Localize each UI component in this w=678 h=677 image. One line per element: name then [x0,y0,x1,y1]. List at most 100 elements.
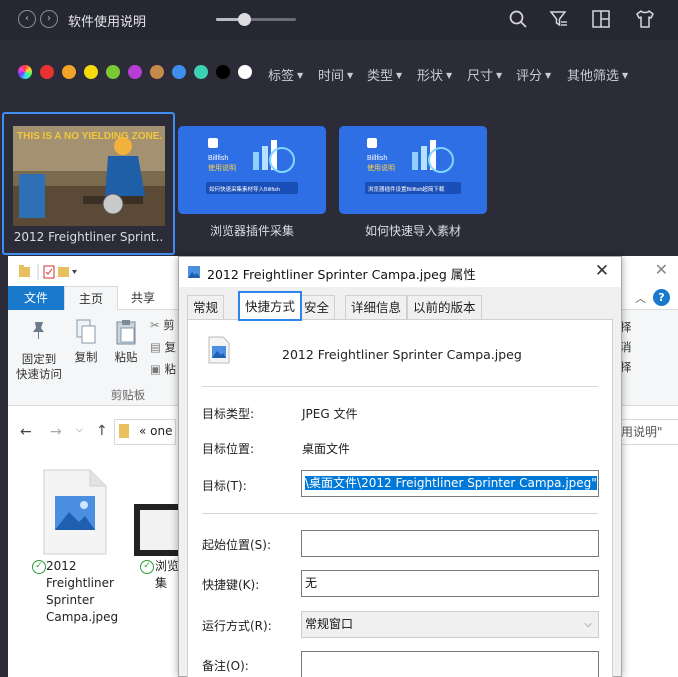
start-in-label: 起始位置(S): [202,538,272,552]
color-filter-brown[interactable] [150,65,164,79]
start-in-input[interactable] [301,530,599,557]
asset-gallery: THIS IS A NO YIELDING ZONE. 2012 Freight… [0,106,678,256]
zoom-slider[interactable] [216,13,296,26]
svg-text:使用说明: 使用说明 [208,163,236,172]
image-file-icon [43,469,107,555]
back-arrow-icon[interactable]: ← [20,424,32,440]
zoom-slider-handle[interactable] [238,13,251,26]
tab-details[interactable]: 详细信息 [345,295,408,319]
file-name: 浏览 集 [155,559,180,590]
chevron-down-icon: ▼ [622,71,629,80]
close-button[interactable]: ✕ [591,260,613,282]
back-icon: ‹ [25,13,29,24]
paste-button[interactable]: 粘贴 [108,318,144,365]
ribbon-group-clipboard: 剪贴板 [110,388,146,402]
shortcut-tab-panel: 2012 Freightliner Sprinter Campa.jpeg 目标… [187,319,613,677]
asset-thumbnail-photo[interactable]: THIS IS A NO YIELDING ZONE. [13,126,165,226]
tab-previous-versions[interactable]: 以前的版本 [407,295,482,319]
sync-status-icon: ✓ [140,560,154,574]
chevron-down-icon: ▼ [347,71,354,80]
page-title: 软件使用说明 [68,15,147,30]
file-name: 2012 Freightliner Sprinter Campa.jpeg [46,559,119,624]
filter-shape[interactable]: 形状 ▼ [417,65,452,84]
shortcut-key-label: 快捷键(K): [202,578,260,592]
copy-button[interactable]: 复制 [68,318,104,365]
close-icon[interactable]: ✕ [655,260,668,279]
tab-security[interactable]: 安全 [298,295,336,319]
color-filter-teal[interactable] [194,65,208,79]
chevron-down-icon: ▼ [297,71,304,80]
cut-button[interactable]: ✂ 剪 [150,318,175,333]
layout-icon[interactable] [590,8,612,30]
asset-thumbnail-guide[interactable]: Billfish 使用说明 浏览器插件设置Billfish超简下载 [339,126,487,214]
color-filter-red[interactable] [40,65,54,79]
filter-type[interactable]: 类型 ▼ [367,65,402,84]
file-name-heading: 2012 Freightliner Sprinter Campa.jpeg [282,347,522,362]
color-filter-orange[interactable] [62,65,76,79]
svg-text:如何快速采集素材导入Billfish: 如何快速采集素材导入Billfish [209,185,280,193]
ribbon-collapse-icon[interactable]: ︿ [635,290,646,306]
copy-path-button[interactable]: ▤ 复 [150,340,176,355]
run-label: 运行方式(R): [202,619,272,633]
svg-text:Billfish: Billfish [208,155,228,162]
tab-home[interactable]: 主页 [64,286,118,310]
gallery-item-caption: 2012 Freightliner Sprint.. [13,230,164,244]
color-filter-all[interactable] [18,65,32,79]
search-icon[interactable] [507,8,529,30]
target-type-value: JPEG 文件 [302,407,358,421]
pin-to-quick-access-button[interactable]: 固定到 快速访问 [14,318,64,382]
target-label: 目标(T): [202,479,247,493]
color-filter-purple[interactable] [128,65,142,79]
quick-access-toolbar-icon[interactable] [18,264,78,280]
forward-arrow-icon[interactable]: → [50,424,62,440]
divider [202,513,598,514]
forward-button[interactable]: › [40,10,58,28]
sync-status-icon: ✓ [32,560,46,574]
tab-general[interactable]: 常规 [187,295,225,319]
help-icon[interactable]: ? [653,289,670,306]
filter-icon[interactable] [548,8,570,30]
tab-share[interactable]: 共享 [118,286,168,310]
gallery-item-caption: 浏览器插件采集 [209,224,294,238]
tab-shortcut[interactable]: 快捷方式 [238,291,303,321]
color-filter-blue[interactable] [172,65,186,79]
comment-input[interactable] [301,651,599,677]
run-select[interactable]: 常规窗口 ⌵ [301,611,599,638]
svg-text:使用说明: 使用说明 [367,163,395,172]
video-file-thumbnail[interactable] [134,504,178,556]
poster-text: THIS IS A NO YIELDING ZONE. [17,131,162,142]
chevron-down-icon: ▼ [446,71,453,80]
filter-time[interactable]: 时间 ▼ [318,65,353,84]
tab-file[interactable]: 文件 [8,286,64,310]
paste-shortcut-button[interactable]: ▣ 粘 [150,362,176,377]
filter-other[interactable]: 其他筛选 ▼ [567,65,628,84]
shirt-icon[interactable] [634,8,656,30]
properties-dialog: 2012 Freightliner Sprinter Campa.jpeg 属性… [178,256,622,677]
dialog-titlebar: 2012 Freightliner Sprinter Campa.jpeg 属性… [179,257,621,287]
chevron-down-icon: ⌵ [584,619,592,630]
svg-text:浏览器插件设置Billfish超简下载: 浏览器插件设置Billfish超简下载 [368,185,445,193]
up-arrow-icon[interactable]: ↑ [96,423,108,439]
app-titlebar: ‹ › 软件使用说明 [0,0,678,40]
address-input[interactable]: « one [114,419,176,445]
divider [202,386,598,387]
target-input[interactable]: \桌面文件\2012 Freightliner Sprinter Campa.j… [301,470,599,497]
recent-locations-icon[interactable]: ⌵ [76,425,83,435]
asset-thumbnail-guide[interactable]: Billfish 使用说明 如何快速采集素材导入Billfish [178,126,326,214]
image-file-icon [188,266,200,278]
filter-rating[interactable]: 评分 ▼ [516,65,551,84]
filter-tags[interactable]: 标签 ▼ [268,65,303,84]
color-filter-green[interactable] [106,65,120,79]
copy-icon [76,319,96,344]
color-filter-black[interactable] [216,65,230,79]
color-filter-white[interactable] [238,65,252,79]
folder-icon [119,424,129,438]
target-type-label: 目标类型: [202,407,255,421]
file-item-jpeg[interactable] [42,468,108,559]
back-button[interactable]: ‹ [18,10,36,28]
shortcut-key-input[interactable]: 无 [301,570,599,597]
color-filter-yellow[interactable] [84,65,98,79]
file-list: ✓ 2012 Freightliner Sprinter Campa.jpeg … [8,462,180,677]
pin-icon [33,322,44,339]
filter-size[interactable]: 尺寸 ▼ [467,65,502,84]
